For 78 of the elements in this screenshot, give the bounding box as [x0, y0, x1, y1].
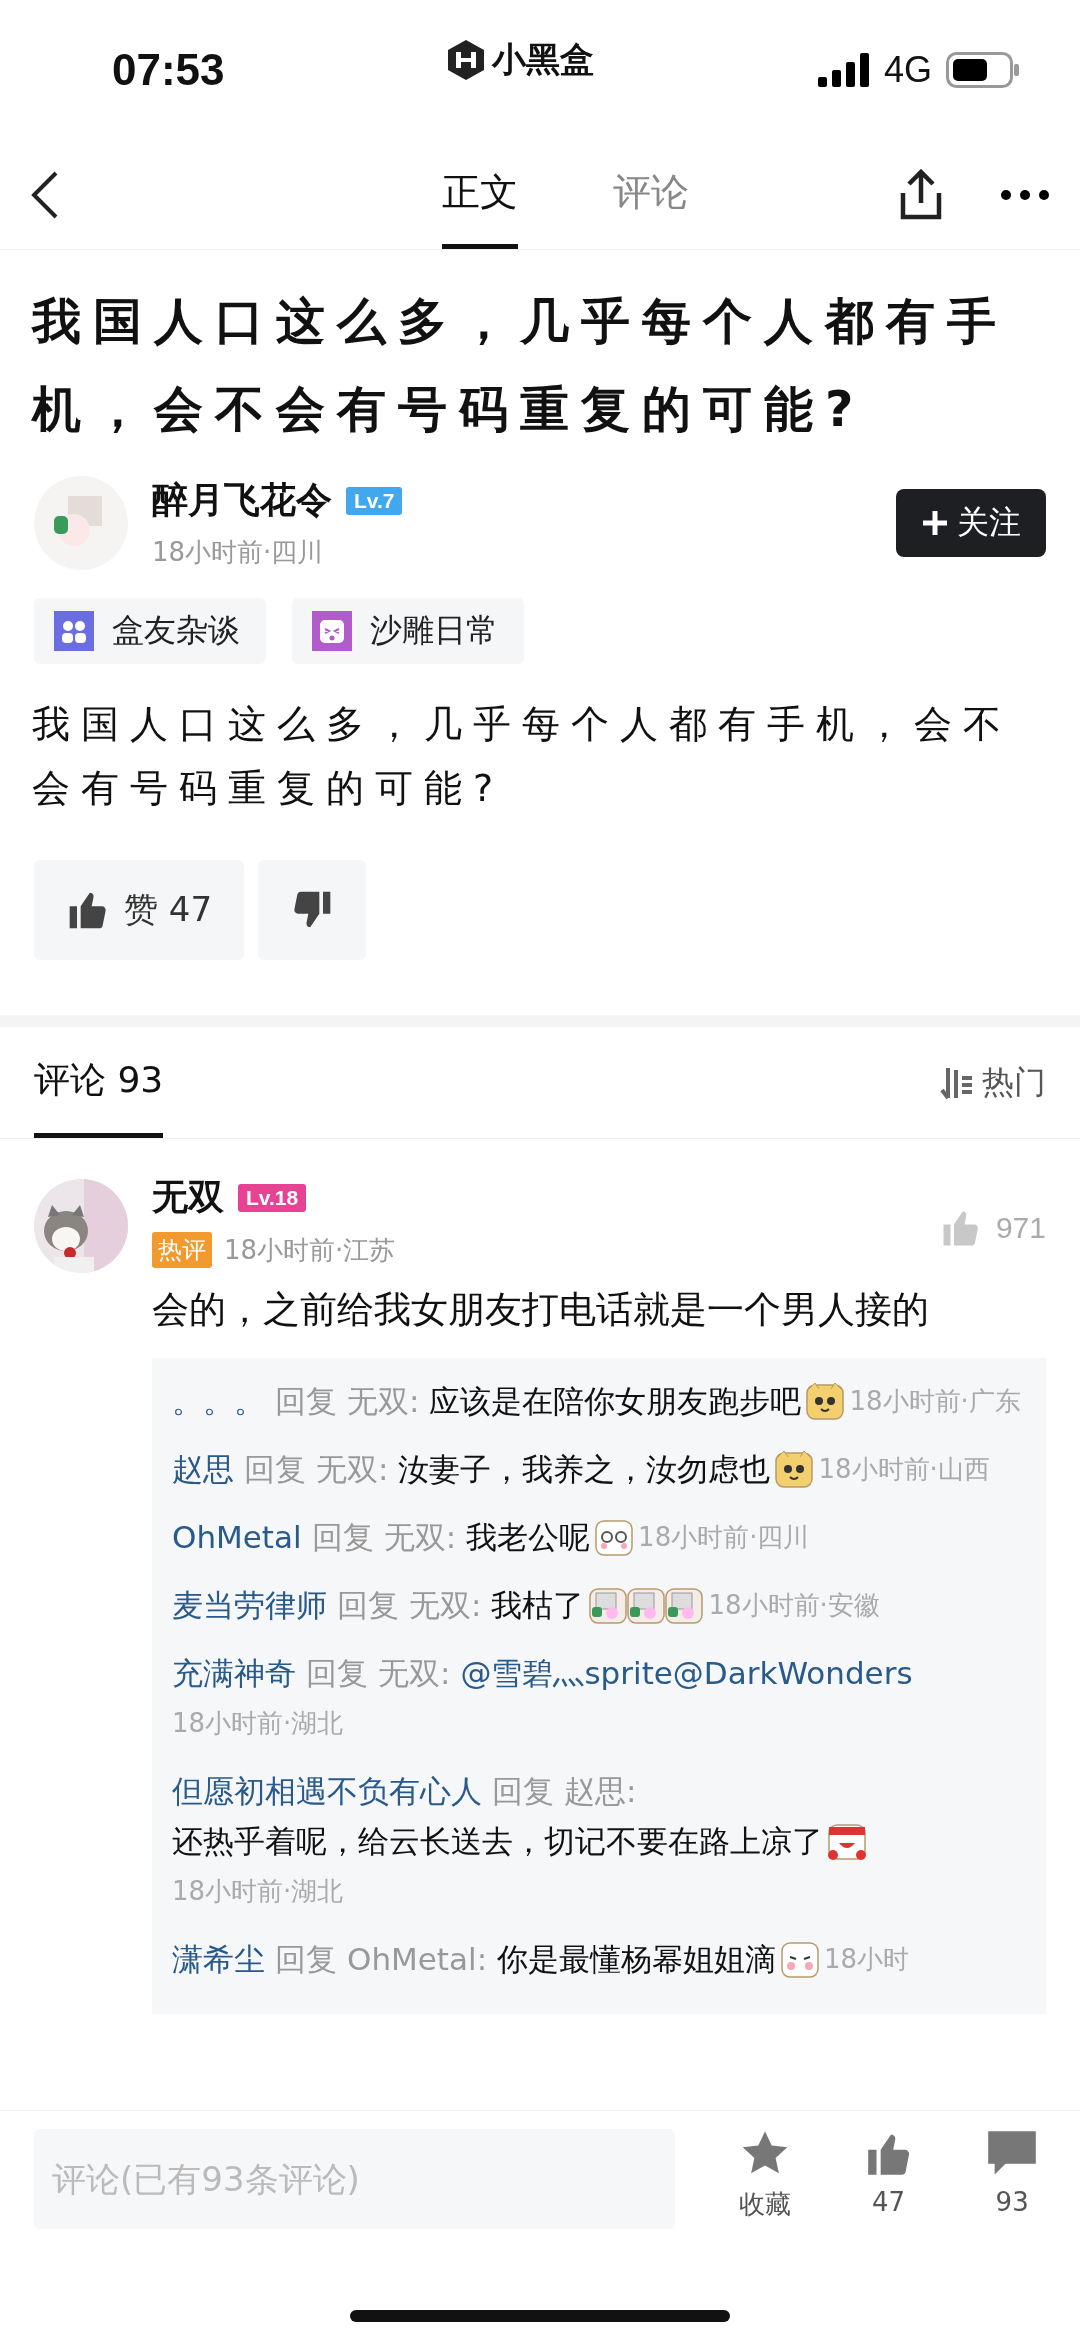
status-time: 07:53 — [112, 45, 225, 95]
dislike-button[interactable] — [258, 860, 367, 960]
emoji-icon — [774, 1449, 815, 1489]
reply-author[interactable]: 充满神奇 — [172, 1648, 296, 1698]
reply-text: 我枯了 — [491, 1586, 585, 1625]
reply-text: 我老公呢 — [466, 1518, 591, 1557]
author-name: 醉月飞花令 — [152, 478, 332, 522]
follow-button[interactable]: 关注 — [896, 489, 1046, 557]
action-button[interactable]: 47 — [854, 2129, 923, 2217]
emoji-icon — [626, 1585, 667, 1625]
reply-label: 回复 — [244, 1450, 306, 1489]
reply-text: 汝妻子，我养之，汝勿虑也 — [398, 1450, 771, 1489]
reply-author[interactable]: 。。。 — [172, 1376, 265, 1426]
signal-icon — [817, 53, 870, 87]
like-button[interactable]: 赞 47 — [34, 860, 245, 960]
more-button[interactable] — [1000, 188, 1050, 201]
reply-time: 18小时 — [824, 1943, 910, 1976]
action-button[interactable]: 收藏 — [731, 2129, 799, 2222]
reply-label: 回复 — [275, 1940, 337, 1979]
emoji-icon — [780, 1939, 821, 1979]
reply-time: 18小时前·广东 — [849, 1385, 1021, 1418]
reply-time: 18小时前·湖北 — [172, 1707, 344, 1740]
action-button[interactable]: 93 — [978, 2129, 1046, 2217]
post-meta: 18小时前·四川 — [152, 536, 325, 569]
nav-tab[interactable]: 正文 — [441, 140, 518, 249]
reply-target: 无双: — [347, 1382, 420, 1421]
reply-target: 无双: — [409, 1586, 482, 1625]
reply-target: OhMetal: — [347, 1940, 488, 1979]
plus-icon — [921, 509, 949, 537]
reply-text: 还热乎着呢，给云长送去，切记不要在路上凉了 — [172, 1822, 823, 1861]
reply-target: 无双: — [383, 1518, 457, 1557]
reply-time: 18小时前·四川 — [638, 1521, 810, 1554]
reply-target: 赵思: — [564, 1772, 637, 1811]
emoji-icon — [664, 1585, 705, 1625]
hot-badge: 热评 — [152, 1232, 212, 1268]
emoji-icon — [805, 1381, 846, 1421]
nav-tab[interactable]: 评论 — [612, 140, 689, 249]
reply-label: 回复 — [275, 1382, 337, 1421]
emoji-icon — [827, 1821, 867, 1861]
level-badge: Lv.7 — [346, 486, 403, 515]
topic-tag[interactable]: 沙雕日常 — [292, 598, 524, 664]
reply-target: 无双: — [378, 1654, 451, 1693]
app-logo-icon — [448, 40, 485, 80]
like-count: 971 — [995, 1211, 1046, 1245]
commenter-name: 无双 — [152, 1175, 224, 1219]
comment-meta: 18小时前·江苏 — [224, 1233, 396, 1267]
group-icon — [54, 611, 94, 651]
topic-tag[interactable]: 盒友杂谈 — [34, 598, 266, 664]
reply-author[interactable]: 麦当劳律师 — [172, 1580, 327, 1630]
reply-label: 回复 — [311, 1518, 374, 1557]
reply-author[interactable]: 但愿初相遇不负有心人 — [172, 1766, 482, 1816]
emoji-icon — [588, 1585, 629, 1625]
post-body: 我国人口这么多，几乎每个人都有手机，会不会有号码重复的可能? — [32, 701, 1013, 812]
reply-label: 回复 — [337, 1586, 399, 1625]
reply-label: 回复 — [306, 1654, 368, 1693]
sort-button[interactable]: 热门 — [940, 1027, 1046, 1138]
reply-time: 18小时前·湖北 — [172, 1875, 344, 1908]
post-title: 我国人口这么多，几乎每个人都有手机，会不会有号码重复的可能? — [32, 292, 1009, 440]
network-label: 4G — [883, 49, 932, 91]
comment-text: 会的，之前给我女朋友打电话就是一个男人接的 — [152, 1287, 930, 1333]
reply-label: 回复 — [492, 1772, 554, 1811]
mention-link[interactable]: @雪碧灬sprite@DarkWonders — [460, 1648, 913, 1698]
emoji-icon — [594, 1517, 635, 1557]
reply-author[interactable]: 潇希尘 — [172, 1934, 265, 1984]
comment-input[interactable]: 评论(已有93条评论) — [34, 2129, 676, 2229]
reply-time: 18小时前·山西 — [818, 1453, 990, 1486]
comments-tab[interactable]: 评论 93 — [34, 1027, 164, 1138]
reply-target: 无双: — [316, 1450, 389, 1489]
reply-author[interactable]: OhMetal — [172, 1512, 302, 1562]
face-icon — [312, 611, 352, 651]
reply-text: 应该是在陪你女朋友跑步吧 — [429, 1382, 802, 1421]
battery-icon — [946, 52, 1020, 88]
app-name: 小黑盒 — [492, 38, 595, 81]
reply-time: 18小时前·安徽 — [708, 1589, 880, 1622]
reply-author[interactable]: 赵思 — [172, 1444, 234, 1494]
sort-icon — [940, 1065, 974, 1100]
level-badge: Lv.18 — [238, 1183, 307, 1212]
reply-text: 你是最懂杨幂姐姐滴 — [497, 1940, 777, 1979]
